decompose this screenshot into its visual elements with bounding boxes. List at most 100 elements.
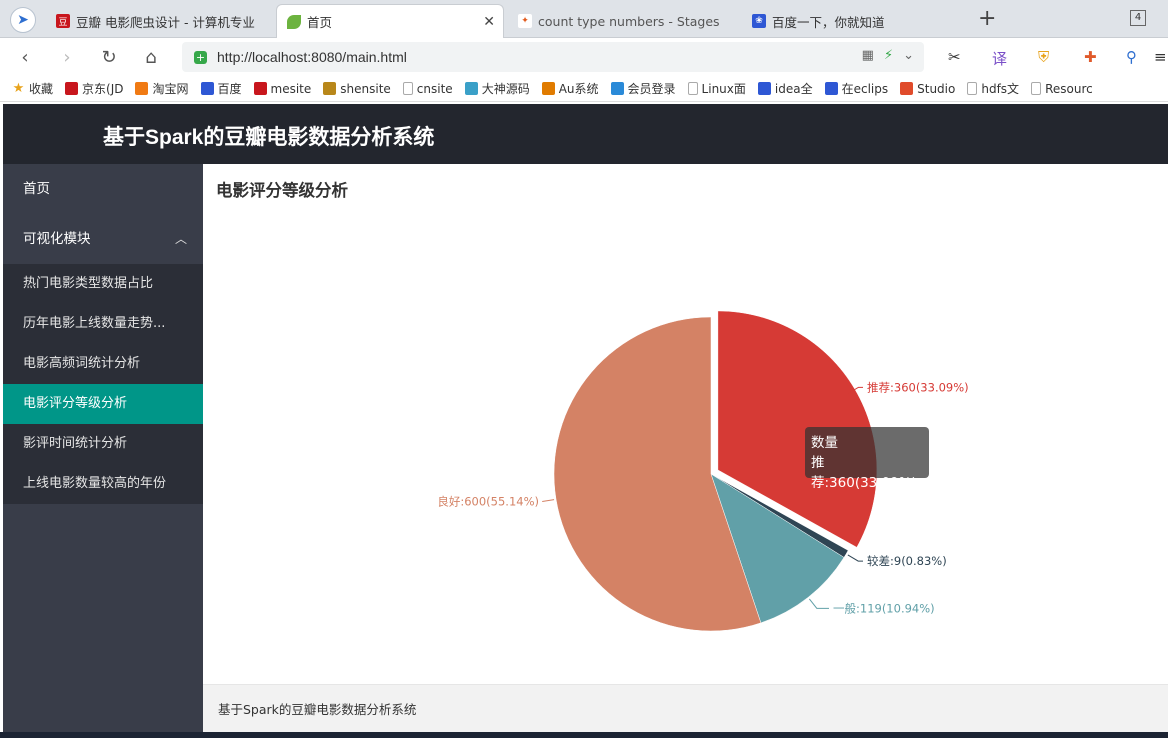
bookmark-label: 在eclips [841, 82, 889, 96]
new-tab-button[interactable]: + [978, 6, 996, 32]
search-icon[interactable]: ⚲ [1126, 48, 1137, 66]
menu-icon[interactable]: ≡ [1154, 48, 1167, 66]
tab-home[interactable]: 首页 ✕ [276, 4, 504, 38]
sidebar-item-yearly-trend[interactable]: 历年电影上线数量走势... [3, 304, 203, 344]
game-icon[interactable]: ✚ [1084, 48, 1097, 66]
bookmark-jd[interactable]: 京东(JD [65, 80, 123, 97]
tab-title: 百度一下，你就知道 [772, 14, 885, 30]
bookmark-doc[interactable]: Linux面 [687, 80, 746, 97]
qr-code-icon[interactable]: ▦ [862, 48, 874, 63]
sidebar-item-top-years[interactable]: 上线电影数量较高的年份 [3, 464, 203, 504]
bookmark-swirl[interactable]: 大神源码 [464, 80, 530, 97]
secure-icon: + [194, 50, 207, 64]
sidebar-item-review-time[interactable]: 影评时间统计分析 [3, 424, 203, 464]
bookmark-taobao[interactable]: 淘宝网 [135, 80, 189, 97]
address-bar[interactable]: + http://localhost:8080/main.html ▦ ⚡ ⌄ [182, 42, 924, 72]
navigation-icon[interactable]: ➤ [10, 7, 36, 33]
tab-count-badge[interactable]: 4 [1130, 10, 1146, 26]
bookmark-star[interactable]: ★ 收藏 [12, 80, 53, 97]
back-arrow-icon[interactable]: ‹ [12, 44, 38, 70]
pie-slice-label: 良好:600(55.14%) [437, 495, 539, 509]
doc-icon [402, 82, 413, 95]
bookmark-doc[interactable]: hdfs文 [967, 80, 1019, 97]
tab-spark-stages[interactable]: ✦ count type numbers - Stages [508, 4, 738, 38]
taobao-icon [135, 82, 149, 95]
bookmark-doc[interactable]: Resourc [1031, 82, 1093, 96]
footer-text: 基于Spark的豆瓣电影数据分析系统 [218, 702, 417, 717]
bookmark-label: 淘宝网 [152, 82, 189, 96]
bookmark-label: 大神源码 [481, 82, 530, 96]
paw-icon [200, 82, 214, 95]
bookmark-label: 会员登录 [627, 82, 676, 96]
doc-icon [687, 82, 698, 95]
bookmark-cloud[interactable]: 会员登录 [610, 80, 676, 97]
bookmark-doc[interactable]: cnsite [402, 81, 453, 96]
leaf-favicon-icon [287, 14, 301, 29]
bookmark-label: hdfs文 [981, 82, 1020, 96]
bookmark-paw[interactable]: 在eclips [824, 80, 889, 97]
chart-tooltip: 数量 推荐:360(33.09%) [805, 427, 929, 491]
paw-icon [757, 82, 771, 95]
reload-icon[interactable]: ↻ [96, 44, 122, 70]
pie-slice-label: 较差:9(0.83%) [867, 554, 947, 568]
browser-toolbar: ‹ › ↻ ⌂ + http://localhost:8080/main.htm… [0, 38, 1168, 76]
sidebar-item-rating-level[interactable]: 电影评分等级分析 [3, 384, 203, 424]
translate-icon[interactable]: 译 [992, 48, 1007, 69]
pie-leader-line [808, 598, 829, 609]
grid-icon [323, 82, 337, 95]
bookmark-paw[interactable]: idea全 [757, 80, 813, 97]
bookmark-studio[interactable]: Studio [900, 82, 955, 96]
bookmark-label: mesite [270, 81, 312, 96]
bookmark-label: Studio [917, 81, 956, 96]
bookmark-label: 百度 [217, 82, 242, 96]
bookmark-label: Linux面 [701, 82, 746, 96]
sidebar-group-visualization[interactable]: 可视化模块 ︿ [3, 214, 203, 264]
sidebar-submenu: 热门电影类型数据占比 历年电影上线数量走势... 电影高频词统计分析 电影评分等… [3, 264, 203, 504]
sidebar-item-word-frequency[interactable]: 电影高频词统计分析 [3, 344, 203, 384]
page-title: 电影评分等级分析 [216, 181, 348, 200]
web-page: 基于Spark的豆瓣电影数据分析系统 首页 可视化模块 ︿ 热门电影类型数据占比… [3, 104, 1168, 732]
sidebar-item-genre-ratio[interactable]: 热门电影类型数据占比 [3, 264, 203, 304]
sidebar: 首页 可视化模块 ︿ 热门电影类型数据占比 历年电影上线数量走势... 电影高频… [3, 164, 203, 732]
tab-title: 首页 [307, 15, 333, 30]
close-tab-icon[interactable]: ✕ [483, 14, 495, 30]
pie-leader-line [847, 554, 863, 562]
bookmark-mesite[interactable]: mesite [253, 81, 312, 96]
lightning-icon[interactable]: ⚡ [884, 48, 893, 63]
bookmark-label: cnsite [416, 81, 453, 96]
chevron-down-icon[interactable]: ⌄ [903, 48, 914, 63]
baidu-paw-icon: ❀ [752, 14, 766, 28]
tab-title: count type numbers - Stages [538, 13, 720, 29]
tab-title: 豆瓣 电影爬虫设计 - 计算机专业 [76, 14, 255, 30]
cloud-icon [610, 82, 624, 95]
tab-douban[interactable]: 豆 豆瓣 电影爬虫设计 - 计算机专业 [46, 4, 274, 38]
chevron-up-icon[interactable]: ︿ [175, 214, 187, 264]
pie-slice-label: 一般:119(10.94%) [833, 601, 935, 615]
forward-arrow-icon[interactable]: › [54, 44, 80, 70]
page-footer: 基于Spark的豆瓣电影数据分析系统 [203, 684, 1168, 732]
app-header: 基于Spark的豆瓣电影数据分析系统 [3, 104, 1168, 164]
mesite-icon [253, 82, 267, 95]
bookmark-label: 收藏 [29, 82, 54, 96]
pie-leader-line [542, 499, 555, 503]
bookmark-paw[interactable]: 百度 [200, 80, 242, 97]
bookmark-grid[interactable]: shensite [323, 82, 391, 96]
tab-baidu[interactable]: ❀ 百度一下，你就知道 [742, 4, 970, 38]
shield-icon[interactable]: ⛨ [1038, 48, 1049, 66]
os-taskbar [0, 732, 1168, 738]
doc-icon [1031, 82, 1042, 95]
sidebar-group-label: 可视化模块 [23, 231, 91, 247]
app-title: 基于Spark的豆瓣电影数据分析系统 [103, 126, 435, 149]
url-text[interactable]: http://localhost:8080/main.html [217, 49, 407, 65]
bookmarks-bar: ★ 收藏 京东(JD 淘宝网 百度 mesite shensite cnsite 大神源码 Au系… [0, 76, 1168, 102]
home-icon[interactable]: ⌂ [138, 44, 164, 70]
doc-icon [967, 82, 978, 95]
scissors-icon[interactable]: ✂ [948, 48, 961, 66]
star-icon: ★ [12, 81, 25, 96]
tooltip-title: 数量 [811, 435, 838, 451]
au-icon [541, 82, 555, 95]
bookmark-au[interactable]: Au系统 [541, 80, 599, 97]
sidebar-item-home[interactable]: 首页 [3, 164, 203, 214]
spark-favicon-icon: ✦ [518, 14, 532, 28]
browser-tab-strip: ➤ 豆 豆瓣 电影爬虫设计 - 计算机专业 首页 ✕ ✦ count type … [0, 0, 1168, 38]
